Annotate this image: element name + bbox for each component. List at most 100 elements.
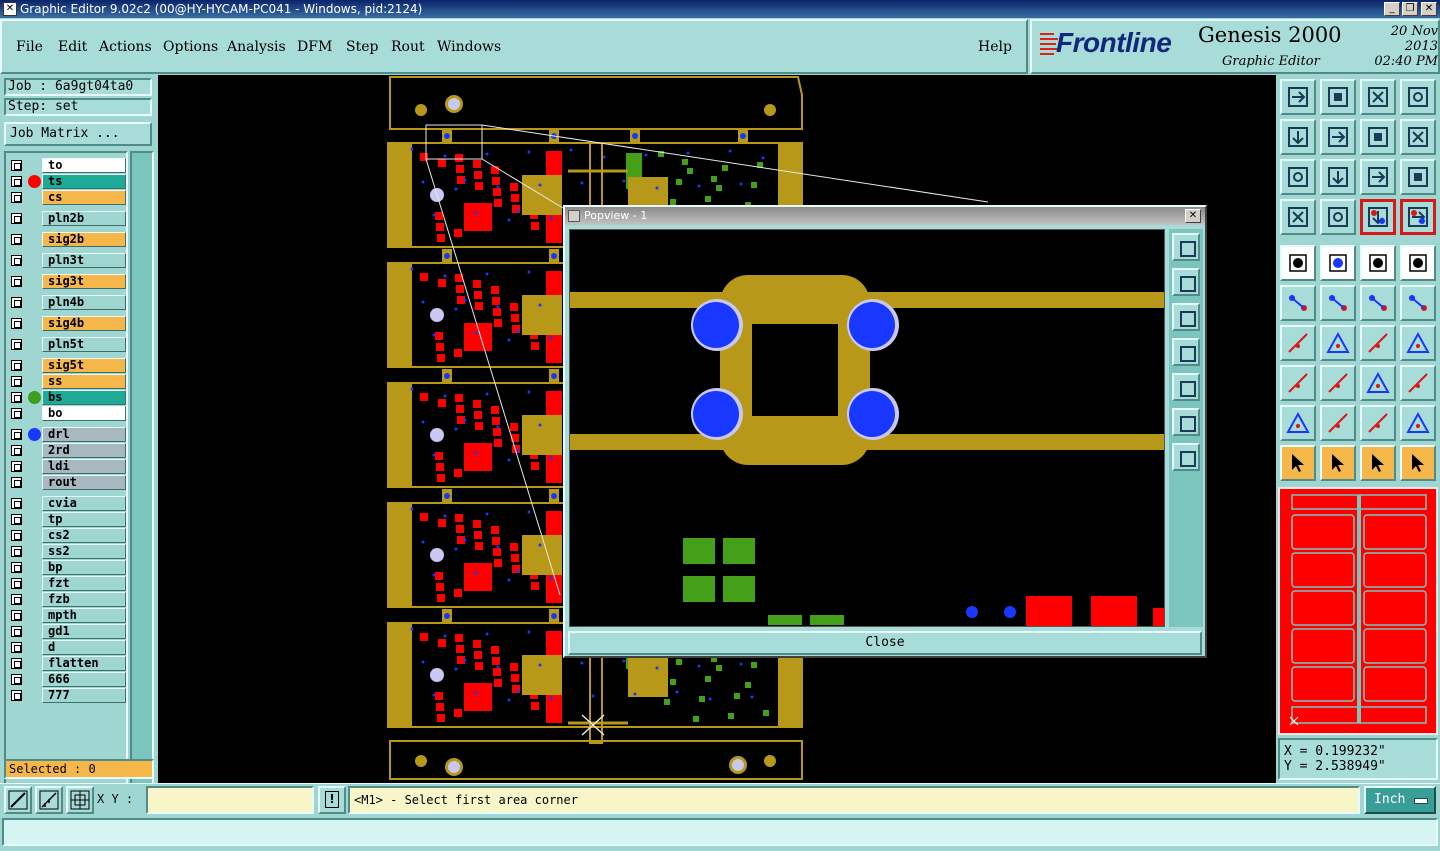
layer-name[interactable]: rout — [42, 475, 126, 490]
layer-checkbox[interactable] — [11, 594, 22, 605]
layer-checkbox[interactable] — [11, 176, 22, 187]
zoom-center-tool-button[interactable] — [1320, 159, 1356, 195]
home-down-tool-button[interactable] — [1320, 79, 1356, 115]
layer-name[interactable]: ss — [42, 374, 126, 389]
menu-options[interactable]: Options — [163, 39, 218, 55]
arch-alt-tool-button[interactable] — [1400, 405, 1436, 441]
layer-checkbox[interactable] — [11, 276, 22, 287]
layer-row-cs2[interactable]: cs2 — [8, 528, 126, 543]
undo-view-tool-button[interactable] — [1360, 119, 1396, 155]
xy-input[interactable] — [146, 786, 314, 814]
layer-row-mpth[interactable]: mpth — [8, 608, 126, 623]
measure-mode-button[interactable] — [35, 786, 63, 814]
layer-row-drl[interactable]: drl — [8, 427, 126, 442]
menu-rout[interactable]: Rout — [391, 39, 425, 55]
layer-name[interactable]: sig4b — [42, 316, 126, 331]
layer-checkbox[interactable] — [11, 514, 22, 525]
layer-row-sig2b[interactable]: sig2b — [8, 232, 126, 247]
layer-checkbox[interactable] — [11, 461, 22, 472]
layer-checkbox[interactable] — [11, 234, 22, 245]
layer-name[interactable]: bs — [42, 390, 126, 405]
menu-actions[interactable]: Actions — [99, 39, 152, 55]
layer-checkbox[interactable] — [11, 610, 22, 621]
layer-checkbox[interactable] — [11, 626, 22, 637]
layer-name[interactable]: bo — [42, 406, 126, 421]
layer-row-fzb[interactable]: fzb — [8, 592, 126, 607]
popview-title-bar[interactable]: Popview - 1 — [565, 207, 1205, 225]
menu-file[interactable]: File — [16, 39, 43, 55]
angle-tool-button[interactable] — [1280, 325, 1316, 361]
layer-row-2rd[interactable]: 2rd — [8, 443, 126, 458]
layer-name[interactable]: drl — [42, 427, 126, 442]
popview-pan-left-button[interactable] — [1172, 338, 1200, 366]
layer-row-bp[interactable]: bp — [8, 560, 126, 575]
layer-row-sig3t[interactable]: sig3t — [8, 274, 126, 289]
layer-name[interactable]: pln4b — [42, 295, 126, 310]
layer-checkbox[interactable] — [11, 318, 22, 329]
layer-row-sig5t[interactable]: sig5t — [8, 358, 126, 373]
layer-name[interactable]: ss2 — [42, 544, 126, 559]
layer-name[interactable]: gd1 — [42, 624, 126, 639]
layer-row-to[interactable]: to — [8, 158, 126, 173]
popview-close-button[interactable]: Close — [568, 631, 1202, 655]
arch-tool-button[interactable] — [1360, 405, 1396, 441]
pointer-net-tool-button[interactable] — [1400, 445, 1436, 481]
home-tool-button[interactable] — [1360, 79, 1396, 115]
layer-name[interactable]: pln3t — [42, 253, 126, 268]
layer-checkbox[interactable] — [11, 360, 22, 371]
layer-row-ldi[interactable]: ldi — [8, 459, 126, 474]
layer-row-flatten[interactable]: flatten — [8, 656, 126, 671]
layer-checkbox[interactable] — [11, 674, 22, 685]
layer-row-pln3t[interactable]: pln3t — [8, 253, 126, 268]
layer-name[interactable]: cs2 — [42, 528, 126, 543]
popview-zoom-out-button[interactable] — [1172, 443, 1200, 471]
layer-checkbox[interactable] — [11, 339, 22, 350]
layer-checkbox[interactable] — [11, 530, 22, 541]
layer-name[interactable]: ldi — [42, 459, 126, 474]
layer-checkbox[interactable] — [11, 255, 22, 266]
arc-tool-button[interactable] — [1360, 325, 1396, 361]
layer-name[interactable]: 2rd — [42, 443, 126, 458]
layer-name[interactable]: tp — [42, 512, 126, 527]
popview-close-x-button[interactable]: ✕ — [1185, 209, 1201, 223]
add-line-tool-button[interactable] — [1360, 285, 1396, 321]
pointer-box-tool-button[interactable] — [1320, 445, 1356, 481]
layer-row-pln4b[interactable]: pln4b — [8, 295, 126, 310]
layer-name[interactable]: bp — [42, 560, 126, 575]
layer-name[interactable]: sig5t — [42, 358, 126, 373]
job-matrix-button[interactable]: Job Matrix ... — [4, 122, 152, 146]
popview-canvas[interactable] — [569, 229, 1165, 627]
layer-row-tp[interactable]: tp — [8, 512, 126, 527]
ruler-tool-button[interactable] — [1360, 245, 1396, 281]
layer-name[interactable]: 666 — [42, 672, 126, 687]
layer-row-fzt[interactable]: fzt — [8, 576, 126, 591]
layer-name[interactable]: mpth — [42, 608, 126, 623]
triangle-tool-button[interactable] — [1280, 405, 1316, 441]
layer-checkbox[interactable] — [11, 562, 22, 573]
layer-row-ss[interactable]: ss — [8, 374, 126, 389]
layer-checkbox[interactable] — [11, 160, 22, 171]
layer-name[interactable]: fzb — [42, 592, 126, 607]
layer-list-scrollbar[interactable] — [130, 151, 154, 785]
pointer-select-tool-button[interactable] — [1360, 445, 1396, 481]
layer-name[interactable]: d — [42, 640, 126, 655]
menu-windows[interactable]: Windows — [437, 39, 501, 55]
layer-row-d[interactable]: d — [8, 640, 126, 655]
measure-tool-button[interactable] — [1360, 365, 1396, 401]
pan-left-tool-button[interactable] — [1280, 119, 1316, 155]
layer-name[interactable]: 777 — [42, 688, 126, 703]
menu-analysis[interactable]: Analysis — [227, 39, 286, 55]
layer-name[interactable]: to — [42, 158, 126, 173]
layer-checkbox[interactable] — [11, 213, 22, 224]
scale-1-2-tool-button[interactable] — [1360, 159, 1396, 195]
add-arc-tool-button[interactable] — [1400, 285, 1436, 321]
grid-mode-button[interactable] — [66, 786, 94, 814]
window-tool-button[interactable] — [1400, 79, 1436, 115]
dot-select-tool-button[interactable] — [1400, 245, 1436, 281]
zoom-fit-tool-button[interactable] — [1280, 159, 1316, 195]
layer-checkbox[interactable] — [11, 642, 22, 653]
redo-view-tool-button[interactable] — [1400, 119, 1436, 155]
network-tool-button[interactable] — [1280, 285, 1316, 321]
menu-edit[interactable]: Edit — [58, 39, 87, 55]
units-selector[interactable]: Inch — [1364, 786, 1436, 814]
